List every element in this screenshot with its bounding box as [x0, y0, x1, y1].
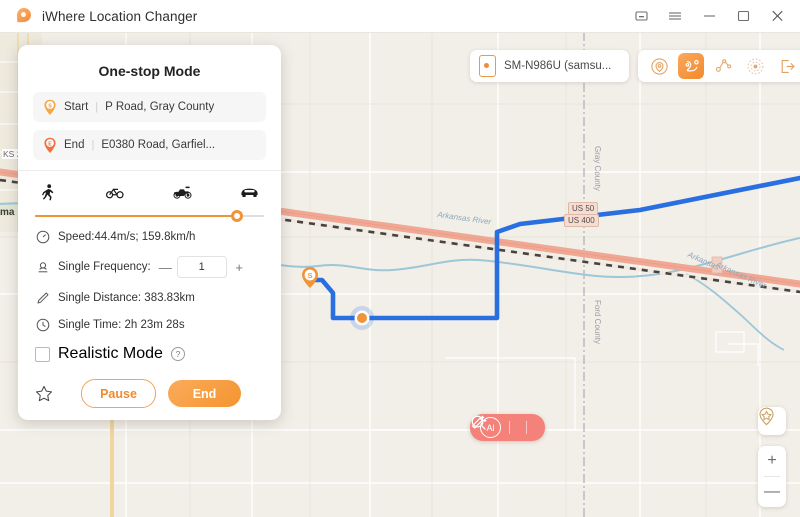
- decrement-button[interactable]: —: [159, 260, 172, 275]
- realistic-mode-checkbox[interactable]: [35, 346, 50, 362]
- zoom-in-button[interactable]: +: [758, 446, 786, 476]
- device-name: SM-N986U (samsu...: [504, 60, 612, 72]
- end-field[interactable]: E End | E0380 Road, Garfiel...: [33, 130, 266, 160]
- frequency-input[interactable]: 1: [176, 256, 227, 278]
- divider: [526, 421, 527, 434]
- panel-actions: Pause End: [33, 379, 266, 408]
- slider-knob[interactable]: [230, 210, 243, 222]
- speed-value: Speed:44.4m/s; 159.8km/h: [58, 230, 196, 243]
- divider: [509, 421, 510, 434]
- screen-icon[interactable]: [624, 1, 658, 31]
- app-title: iWhere Location Changer: [42, 8, 198, 24]
- frequency-label: Single Frequency:: [58, 261, 151, 273]
- device-selector[interactable]: SM-N986U (samsu...: [470, 50, 629, 82]
- minimize-icon[interactable]: [692, 1, 726, 31]
- svg-text:E: E: [48, 141, 52, 147]
- phone-icon: [479, 55, 496, 77]
- one-stop-panel: One-stop Mode S Start | P Road, Gray Cou…: [18, 45, 281, 420]
- help-icon[interactable]: ?: [170, 347, 185, 361]
- app-window: iWhere Location Changer S Gray County Fo…: [0, 0, 800, 517]
- highway-shield-us400: US 400: [564, 214, 599, 227]
- window-controls: [624, 1, 800, 31]
- divider: |: [91, 139, 95, 151]
- bicycle-mode-icon[interactable]: [105, 182, 125, 202]
- start-value: P Road, Gray County: [105, 101, 215, 113]
- end-label: End: [64, 139, 85, 151]
- distance-row: Single Distance: 383.83km: [33, 284, 266, 311]
- maximize-icon[interactable]: [726, 1, 760, 31]
- zoom-out-button[interactable]: —: [758, 477, 786, 507]
- teleport-mode-button[interactable]: [646, 53, 672, 79]
- pause-button[interactable]: Pause: [81, 379, 156, 408]
- increment-button[interactable]: +: [234, 260, 245, 275]
- map-ai-toolbar: AI: [470, 414, 545, 441]
- zoom-controls: + —: [758, 446, 786, 507]
- end-value: E0380 Road, Garfiel...: [101, 139, 216, 151]
- start-label: Start: [64, 101, 89, 113]
- slider-fill: [35, 215, 237, 217]
- transport-modes: [33, 171, 266, 208]
- walk-mode-icon[interactable]: [38, 182, 58, 202]
- one-stop-mode-button[interactable]: [678, 53, 704, 79]
- frequency-row: Single Frequency: — 1 +: [33, 250, 266, 284]
- speedometer-icon: [35, 229, 50, 244]
- menu-icon[interactable]: [658, 1, 692, 31]
- start-field[interactable]: S Start | P Road, Gray County: [33, 92, 266, 122]
- realistic-mode-row: Realistic Mode ?: [33, 338, 266, 365]
- time-row: Single Time: 2h 23m 28s: [33, 311, 266, 338]
- distance-value: Single Distance: 383.83km: [58, 291, 195, 304]
- clock-icon: [35, 317, 50, 332]
- multi-stop-mode-button[interactable]: [710, 53, 736, 79]
- start-pin-icon: S: [44, 99, 56, 115]
- app-logo-icon: [16, 7, 32, 24]
- realistic-mode-label: Realistic Mode: [58, 345, 163, 362]
- close-icon[interactable]: [760, 1, 794, 31]
- end-pin-icon: E: [44, 137, 56, 153]
- locate-compass-icon[interactable]: [758, 407, 786, 435]
- device-toolbar-container: SM-N986U (samsu...: [470, 50, 800, 82]
- frequency-stepper: — 1 +: [159, 256, 245, 278]
- motorbike-mode-icon[interactable]: [173, 182, 193, 202]
- speed-slider[interactable]: [35, 209, 264, 223]
- exit-icon[interactable]: [774, 53, 800, 79]
- speed-row: Speed:44.4m/s; 159.8km/h: [33, 223, 266, 250]
- divider: |: [95, 101, 99, 113]
- svg-text:S: S: [307, 271, 312, 280]
- ruler-icon: [35, 290, 50, 305]
- title-bar: iWhere Location Changer: [0, 0, 800, 33]
- mode-toolbar: [638, 50, 800, 82]
- end-button[interactable]: End: [168, 380, 241, 407]
- panel-title: One-stop Mode: [98, 63, 201, 79]
- car-mode-icon[interactable]: [240, 182, 260, 202]
- star-icon[interactable]: [35, 385, 53, 403]
- time-value: Single Time: 2h 23m 28s: [58, 318, 185, 331]
- svg-text:S: S: [48, 103, 52, 109]
- frequency-icon: [35, 260, 50, 275]
- joystick-mode-button[interactable]: [742, 53, 768, 79]
